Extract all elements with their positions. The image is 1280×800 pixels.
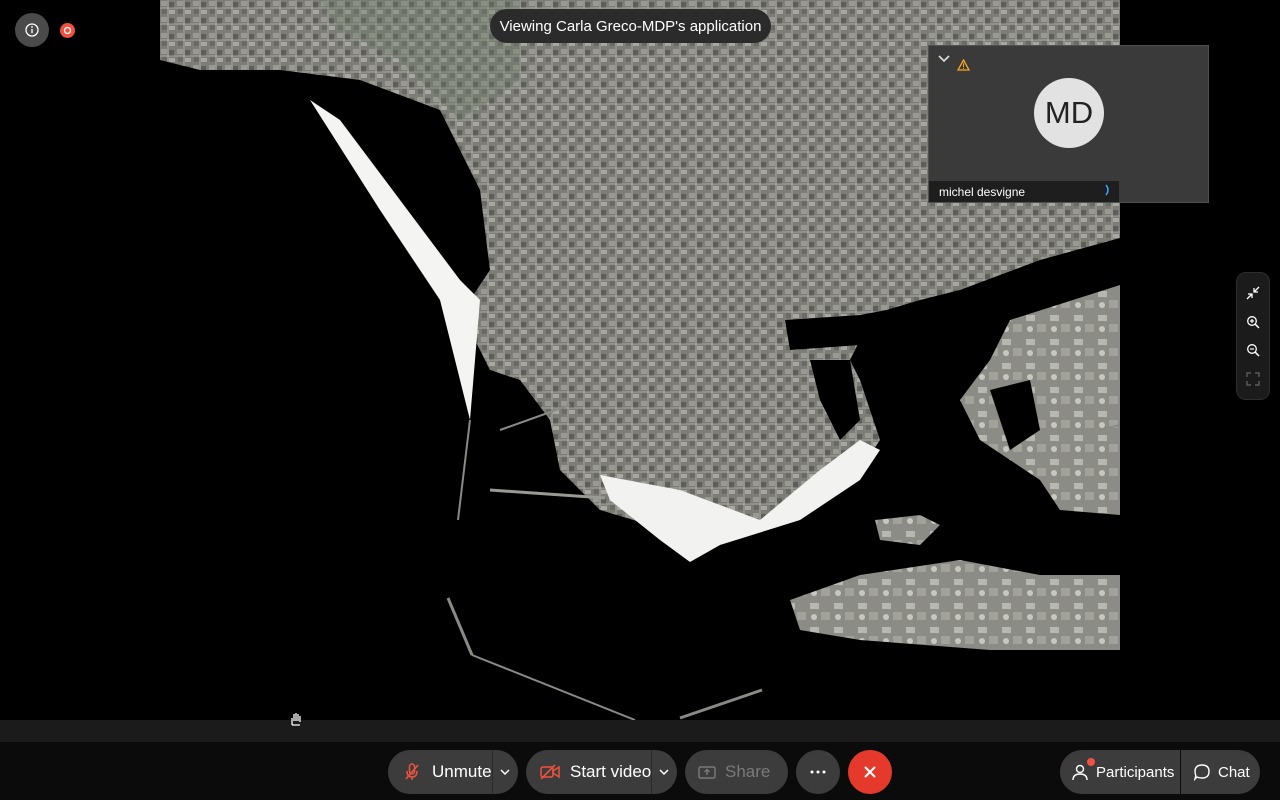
video-off-icon (540, 764, 560, 780)
video-options-button[interactable] (651, 750, 677, 794)
warning-icon (957, 59, 970, 71)
zoom-in-button[interactable] (1241, 310, 1265, 334)
more-icon (810, 770, 826, 774)
sharing-banner: Viewing Carla Greco-MDP's application (490, 9, 771, 43)
mic-muted-icon (405, 763, 419, 780)
start-video-button[interactable]: Start video (526, 750, 677, 794)
more-options-button[interactable] (796, 750, 840, 794)
zoom-controls (1236, 272, 1270, 400)
start-video-label: Start video (570, 762, 652, 781)
connection-warning[interactable] (957, 59, 970, 71)
toolbar-divider (0, 720, 1280, 742)
close-icon (864, 766, 876, 778)
info-icon (25, 23, 39, 37)
sharing-banner-text: Viewing Carla Greco-MDP's application (499, 17, 762, 35)
chevron-down-icon (500, 769, 510, 776)
audio-options-button[interactable] (492, 750, 518, 794)
raise-hand-indicator (289, 712, 303, 726)
participants-button[interactable]: Participants (1060, 750, 1180, 794)
avatar: MD (1034, 78, 1104, 148)
share-label: Share (725, 762, 771, 781)
participant-name-bar: michel desvigne (929, 181, 1119, 202)
meeting-info-button[interactable] (15, 13, 49, 47)
collapse-tile-button[interactable] (938, 54, 950, 64)
unmute-button[interactable]: Unmute (388, 750, 518, 794)
raise-hand-icon (291, 713, 301, 726)
participants-icon (1072, 764, 1088, 781)
share-icon (698, 766, 716, 779)
chevron-down-icon (659, 769, 669, 776)
fit-screen-button[interactable] (1241, 367, 1265, 391)
chat-label: Chat (1218, 763, 1250, 781)
zoom-out-icon (1247, 344, 1260, 357)
leave-meeting-button[interactable] (848, 750, 892, 794)
chevron-down-icon (938, 55, 950, 63)
fit-screen-icon (1246, 372, 1260, 386)
zoom-in-icon (1247, 315, 1260, 329)
unmute-label: Unmute (432, 762, 492, 781)
participants-label: Participants (1096, 763, 1175, 781)
participant-video-tile[interactable]: MD michel desvigne (928, 45, 1209, 203)
recording-icon (63, 26, 72, 35)
chat-button[interactable]: Chat (1181, 750, 1260, 794)
zoom-out-button[interactable] (1241, 338, 1265, 362)
participant-name: michel desvigne (939, 184, 1026, 199)
chat-icon (1193, 764, 1210, 781)
audio-indicator-icon (1105, 184, 1109, 196)
recording-indicator (60, 23, 75, 38)
exit-fullscreen-button[interactable] (1241, 281, 1265, 305)
share-button[interactable]: Share (685, 750, 788, 794)
participants-notification-badge (1087, 758, 1095, 766)
exit-fullscreen-icon (1246, 286, 1260, 300)
